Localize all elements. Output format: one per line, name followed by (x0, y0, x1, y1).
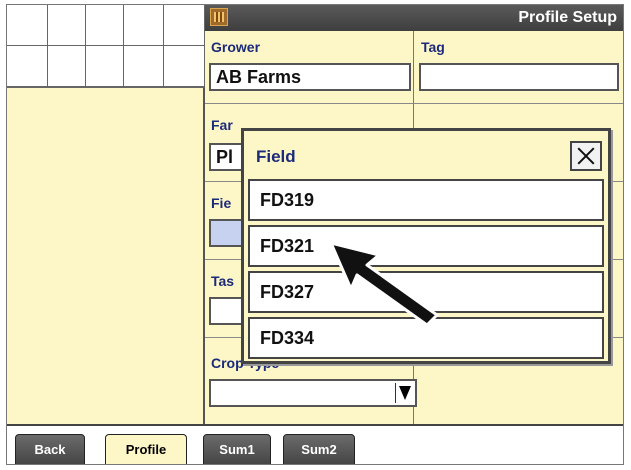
field-option[interactable]: FD321 (248, 225, 604, 267)
grid-cell[interactable] (164, 5, 205, 46)
field-label: Fie (211, 195, 232, 211)
tab-back[interactable]: Back (15, 434, 85, 464)
grid-cell[interactable] (164, 46, 205, 87)
field-option[interactable]: FD327 (248, 271, 604, 313)
divider (205, 103, 623, 104)
tag-field[interactable] (419, 63, 619, 91)
farm-label: Far (211, 117, 233, 133)
grid-cell[interactable] (7, 5, 48, 46)
grid-cell[interactable] (86, 46, 124, 87)
field-select-dialog: Field FD319 FD321 FD327 FD334 (241, 128, 611, 364)
chevron-down-icon[interactable] (395, 383, 413, 403)
status-grid (7, 5, 205, 87)
page-title: Profile Setup (518, 9, 617, 26)
tag-label: Tag (421, 39, 445, 55)
grid-cell[interactable] (48, 5, 86, 46)
close-icon[interactable] (570, 141, 602, 171)
grower-label: Grower (211, 39, 261, 55)
grid-cell[interactable] (124, 46, 164, 87)
dialog-header: Field (244, 131, 608, 179)
left-panel (7, 87, 205, 424)
grid-icon (210, 8, 228, 26)
dialog-title: Field (256, 147, 296, 166)
grid-cell[interactable] (86, 5, 124, 46)
display-screen: Profile Setup Grower AB Farms Tag Far Pl… (6, 4, 624, 465)
grower-field[interactable]: AB Farms (209, 63, 411, 91)
tab-bar: Back Profile Sum1 Sum2 (7, 424, 623, 464)
field-option[interactable]: FD334 (248, 317, 604, 359)
tab-sum2[interactable]: Sum2 (283, 434, 355, 464)
task-label: Tas (211, 273, 235, 289)
grid-cell[interactable] (48, 46, 86, 87)
field-option[interactable]: FD319 (248, 179, 604, 221)
tab-profile[interactable]: Profile (105, 434, 187, 464)
tab-sum1[interactable]: Sum1 (203, 434, 271, 464)
grid-cell[interactable] (7, 46, 48, 87)
crop-type-dropdown[interactable] (209, 379, 417, 407)
grid-cell[interactable] (124, 5, 164, 46)
title-bar: Profile Setup (205, 5, 623, 31)
